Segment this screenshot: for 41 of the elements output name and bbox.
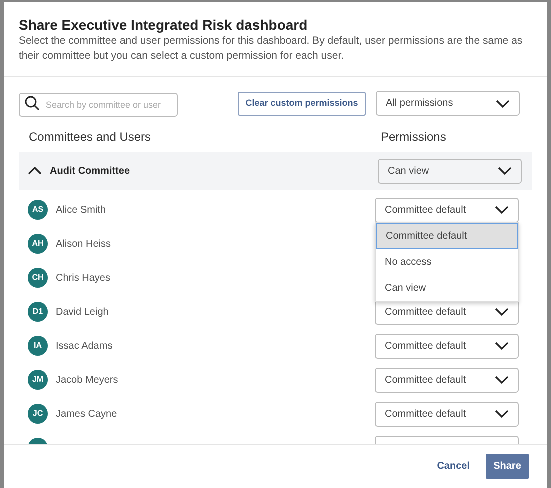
- user-name: Alison Heiss: [56, 238, 112, 252]
- user-avatar: IA: [28, 336, 48, 356]
- permission-dropdown[interactable]: Committee default: [375, 402, 519, 426]
- column-header: Committees and Users: [29, 129, 152, 146]
- chevron-down-icon: [495, 206, 509, 214]
- dialog-description: Select the committee and user permissions for this dashboard. By default, user permissions are the same as their committee but you can select a custom permission for each user.: [19, 34, 524, 64]
- user-avatar: D1: [28, 302, 48, 322]
- search-field[interactable]: Search by committee or user: [19, 92, 178, 116]
- chevron-down-icon: [495, 308, 509, 316]
- permission-dropdown[interactable]: Can view: [378, 158, 522, 184]
- chevron-down-icon: [495, 342, 509, 350]
- user-name: Issac Adams: [56, 340, 114, 354]
- user-avatar: JM: [28, 370, 48, 390]
- dropdown-option[interactable]: No access: [376, 249, 518, 275]
- user-name: David Leigh: [56, 306, 110, 320]
- permissions-filter-dropdown[interactable]: All permissions: [376, 91, 520, 116]
- column-header: Permissions: [381, 129, 446, 146]
- user-avatar: AS: [28, 200, 48, 220]
- user-avatar: AH: [28, 234, 48, 254]
- permission-dropdown[interactable]: Committee default: [375, 334, 519, 358]
- user-avatar: CH: [28, 268, 48, 288]
- user-name: Jacob Meyers: [56, 374, 120, 388]
- permission-dropdown[interactable]: Committee default: [375, 198, 519, 222]
- user-avatar: JC: [28, 404, 48, 424]
- chevron-down-icon: [495, 376, 509, 384]
- clear-custom-permissions-button[interactable]: Clear custom permissions: [238, 92, 366, 116]
- cancel-button[interactable]: Cancel: [437, 459, 470, 474]
- user-name: Alice Smith: [56, 204, 108, 218]
- chevron-down-icon: [496, 100, 510, 108]
- dropdown-option[interactable]: Can view: [376, 275, 518, 301]
- committee-name: Audit Committee: [50, 164, 131, 178]
- committee-row[interactable]: Audit Committee Can view: [19, 152, 532, 190]
- chevron-down-icon: [498, 167, 512, 175]
- user-name: James Cayne: [56, 408, 118, 422]
- share-button[interactable]: Share: [486, 454, 529, 479]
- dropdown-option[interactable]: Committee default: [376, 223, 518, 249]
- chevron-down-icon: [495, 410, 509, 418]
- dialog-title: Share Executive Integrated Risk dashboard: [19, 16, 309, 34]
- user-name: Chris Hayes: [56, 272, 112, 286]
- permission-dropdown[interactable]: Committee default: [375, 368, 519, 392]
- search-icon: [25, 96, 40, 110]
